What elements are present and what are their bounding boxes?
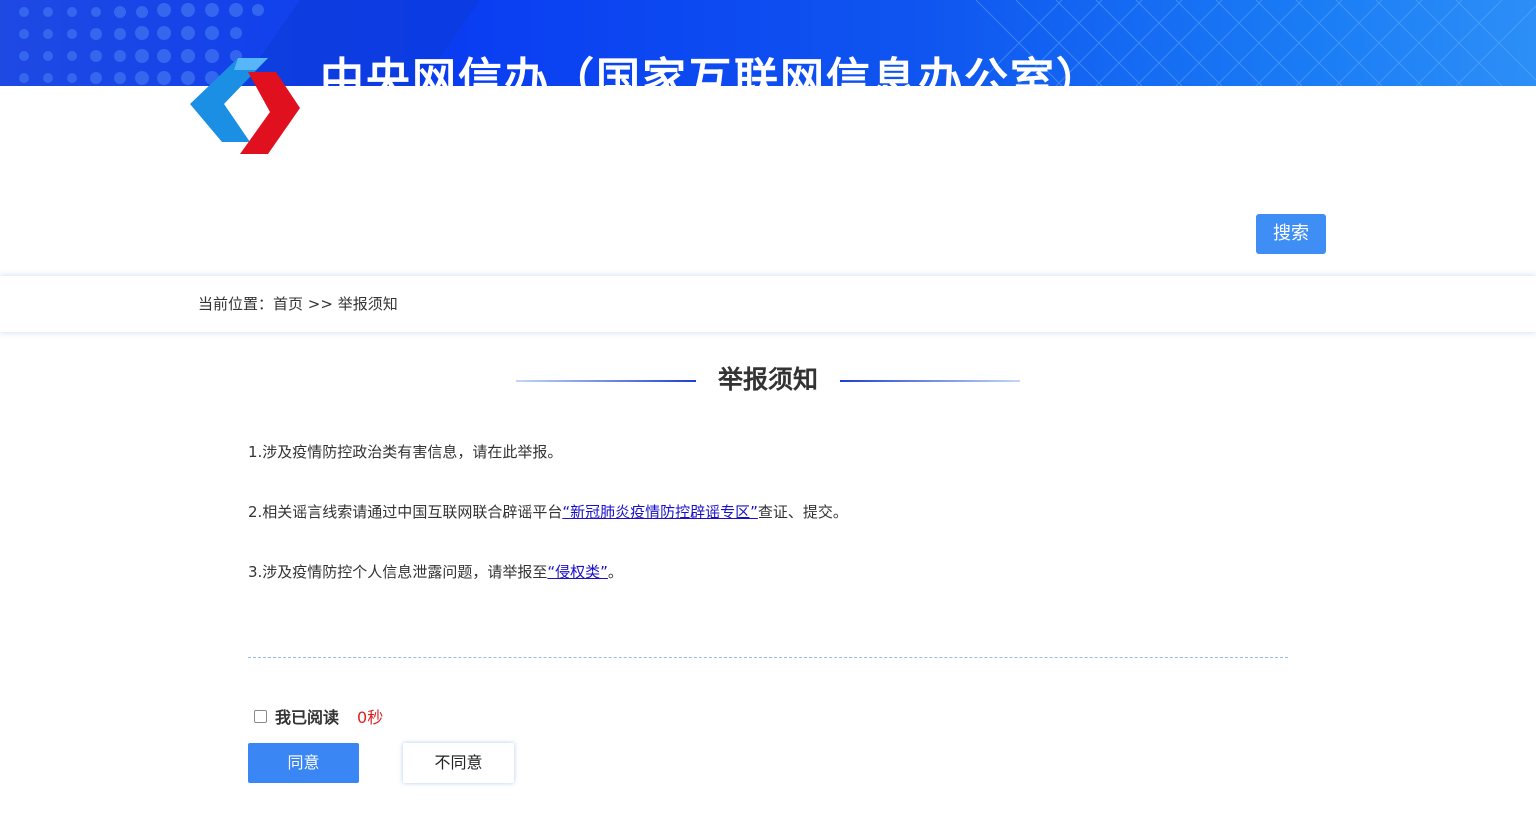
breadcrumb-current: 举报须知 (337, 295, 398, 313)
site-logo-icon[interactable] (188, 56, 302, 156)
rumor-zone-link[interactable]: “新冠肺炎疫情防控辟谣专区” (562, 503, 758, 521)
breadcrumb-separator: >> (303, 295, 338, 313)
disagree-button[interactable]: 不同意 (403, 743, 514, 783)
breadcrumb-bar: 当前位置：首页 >> 举报须知 (0, 276, 1536, 332)
infringement-link[interactable]: “侵权类” (547, 563, 608, 581)
page: 中央网信办（国家互联网信息办公室） 搜索 当前位置：首页 >> 举报须知 举报须… (0, 0, 1536, 824)
read-checkbox-label[interactable]: 我已阅读 (275, 704, 339, 728)
notice-item-2: 2.相关谣言线索请通过中国互联网联合辟谣平台“新冠肺炎疫情防控辟谣专区”查证、提… (248, 502, 848, 522)
read-confirm-row: 我已阅读 0秒 (254, 704, 383, 728)
countdown-timer: 0秒 (357, 708, 384, 727)
breadcrumb-prefix: 当前位置： (198, 295, 274, 313)
breadcrumb: 当前位置：首页 >> 举报须知 (198, 294, 398, 314)
notice-item-1: 1.涉及疫情防控政治类有害信息，请在此举报。 (248, 443, 563, 461)
breadcrumb-home-link[interactable]: 首页 (273, 295, 303, 313)
page-title: 举报须知 (717, 365, 818, 394)
agree-button[interactable]: 同意 (248, 743, 359, 783)
notice-item-2-text: 2.相关谣言线索请通过中国互联网联合辟谣平台 (248, 503, 563, 521)
site-title: 中央网信办（国家互联网信息办公室） (320, 54, 1102, 86)
notice-item-2-suffix: 查证、提交。 (757, 503, 848, 521)
search-button[interactable]: 搜索 (1256, 214, 1326, 254)
read-checkbox[interactable] (254, 709, 267, 723)
notice-item-3: 3.涉及疫情防控个人信息泄露问题，请举报至“侵权类”。 (248, 562, 623, 582)
divider (248, 657, 1288, 658)
notice-item-3-suffix: 。 (607, 563, 623, 581)
heading-decoration-right (840, 380, 1020, 382)
notice-item-3-text: 3.涉及疫情防控个人信息泄露问题，请举报至 (248, 563, 548, 581)
